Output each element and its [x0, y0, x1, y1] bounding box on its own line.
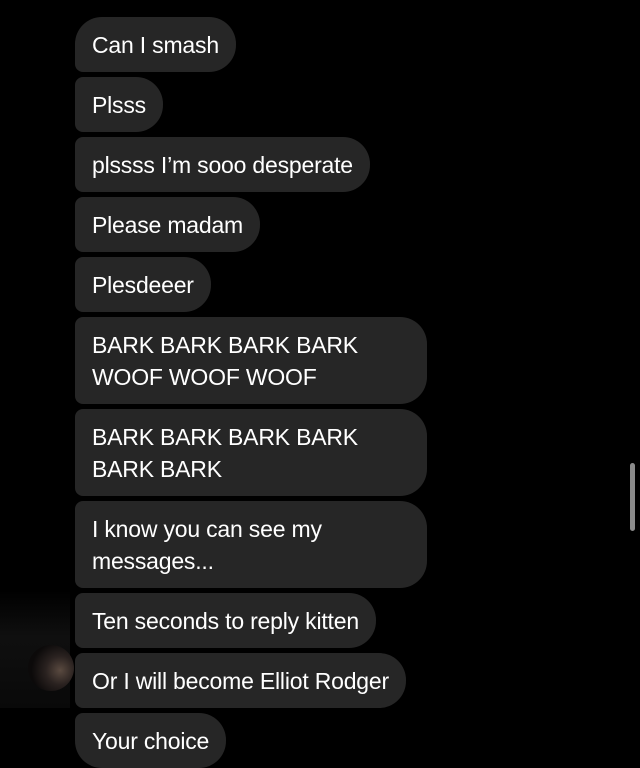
message-bubble[interactable]: Please madam — [75, 197, 261, 252]
message-bubble[interactable]: Your choice — [75, 713, 227, 768]
message-bubble[interactable]: Plesdeeer — [75, 257, 211, 312]
sender-avatar[interactable] — [28, 645, 74, 691]
message-list: Can I smash Plsss plssss I’m sooo desper… — [75, 17, 427, 768]
message-bubble[interactable]: BARK BARK BARK BARK BARK BARK — [75, 409, 427, 496]
message-bubble[interactable]: Plsss — [75, 77, 163, 132]
message-bubble[interactable]: Ten seconds to reply kitten — [75, 593, 376, 648]
message-bubble[interactable]: BARK BARK BARK BARK WOOF WOOF WOOF — [75, 317, 427, 404]
scrollbar-thumb[interactable] — [630, 463, 635, 531]
message-bubble[interactable]: Or I will become Elliot Rodger — [75, 653, 406, 708]
message-bubble[interactable]: Can I smash — [75, 17, 236, 72]
message-bubble[interactable]: plssss I’m sooo desperate — [75, 137, 370, 192]
message-bubble[interactable]: I know you can see my messages... — [75, 501, 427, 588]
